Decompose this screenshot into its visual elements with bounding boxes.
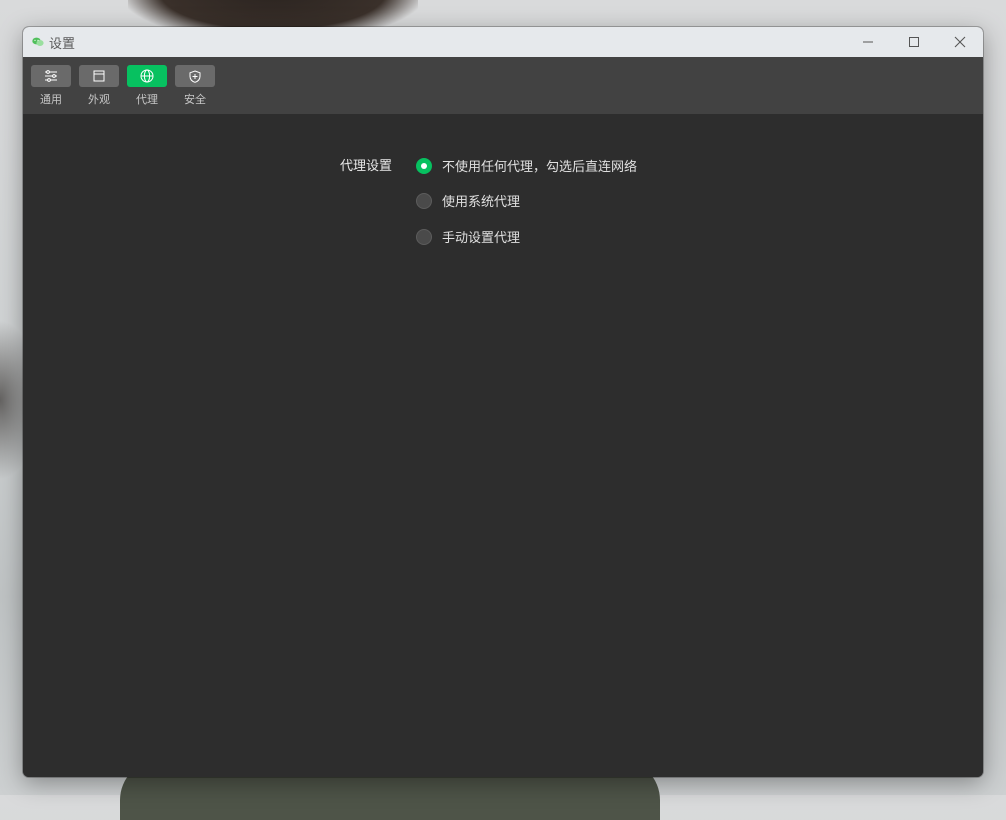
maximize-button[interactable] xyxy=(891,27,937,57)
settings-window: 设置 通用 外观 代理 安全 代理设置 不使用任何代理，勾选后直连网络 使用系统… xyxy=(23,27,983,777)
proxy-option-manual-label: 手动设置代理 xyxy=(442,231,521,246)
tab-proxy-label: 代理 xyxy=(136,93,158,106)
radio-direct[interactable] xyxy=(416,157,432,174)
close-icon xyxy=(954,36,966,48)
minimize-button[interactable] xyxy=(845,27,891,57)
tab-security-button[interactable] xyxy=(175,65,215,87)
tab-general[interactable]: 通用 xyxy=(31,57,71,114)
window-icon xyxy=(93,70,105,82)
globe-icon xyxy=(140,69,154,83)
window-controls xyxy=(845,27,983,57)
radio-system[interactable] xyxy=(416,192,432,209)
proxy-settings-panel: 代理设置 不使用任何代理，勾选后直连网络 使用系统代理 手动设置代理 xyxy=(23,114,983,777)
settings-toolbar: 通用 外观 代理 安全 xyxy=(23,57,983,114)
proxy-option-manual[interactable]: 手动设置代理 xyxy=(416,227,520,246)
tab-proxy-button[interactable] xyxy=(127,65,167,87)
tab-general-label: 通用 xyxy=(40,93,62,106)
minimize-icon xyxy=(863,41,873,43)
tab-appearance-button[interactable] xyxy=(79,65,119,87)
shield-icon xyxy=(189,69,201,83)
tab-appearance[interactable]: 外观 xyxy=(79,57,119,114)
radio-manual[interactable] xyxy=(416,228,432,245)
proxy-option-system-label: 使用系统代理 xyxy=(442,195,521,210)
maximize-icon xyxy=(909,37,919,47)
proxy-settings-label: 代理设置 xyxy=(340,159,393,174)
window-title: 设置 xyxy=(49,36,76,52)
tab-general-button[interactable] xyxy=(31,65,71,87)
tab-security-label: 安全 xyxy=(184,93,206,106)
sliders-icon xyxy=(45,70,57,82)
proxy-option-system[interactable]: 使用系统代理 xyxy=(416,191,520,210)
proxy-option-direct[interactable]: 不使用任何代理，勾选后直连网络 xyxy=(416,156,637,175)
tab-proxy[interactable]: 代理 xyxy=(127,57,167,114)
wechat-logo-icon xyxy=(31,35,45,49)
title-bar[interactable]: 设置 xyxy=(23,27,983,57)
tab-security[interactable]: 安全 xyxy=(175,57,215,114)
proxy-option-direct-label: 不使用任何代理，勾选后直连网络 xyxy=(442,160,638,175)
close-button[interactable] xyxy=(937,27,983,57)
tab-appearance-label: 外观 xyxy=(88,93,110,106)
